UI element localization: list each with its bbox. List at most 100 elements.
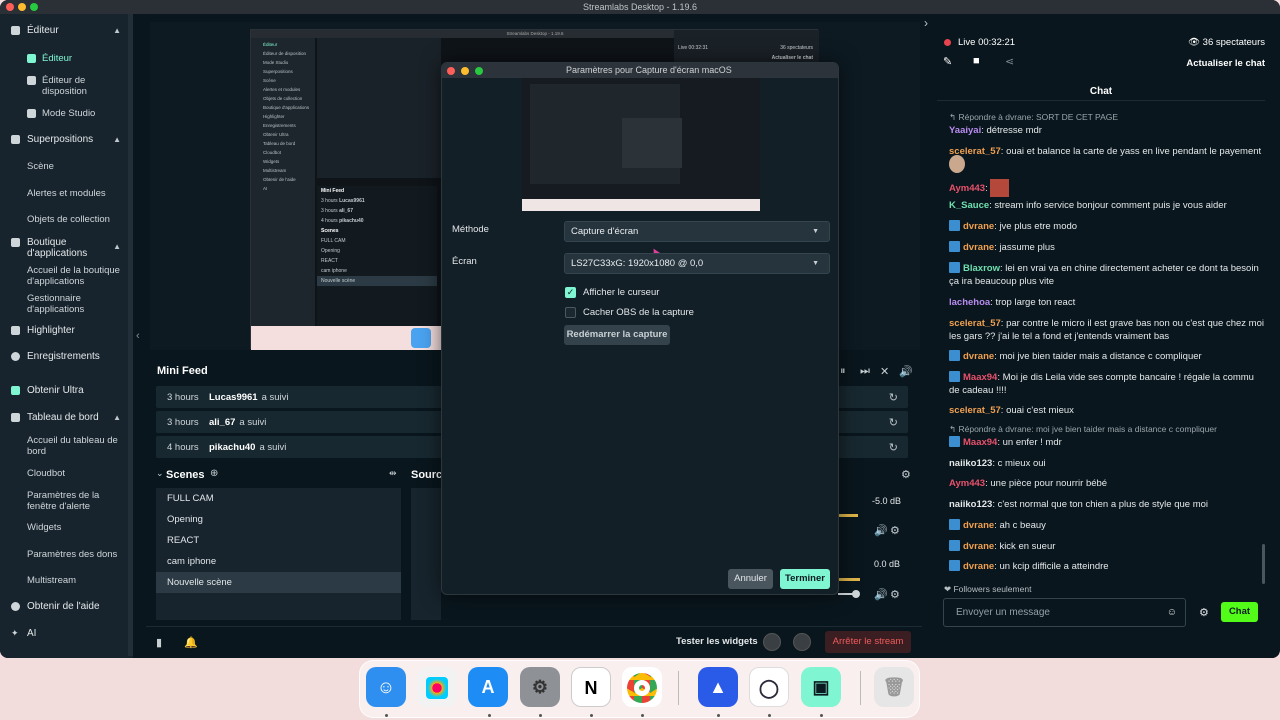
repeat-icon[interactable]: ↻ [889,416,898,429]
close-dialog-button[interactable] [447,67,455,75]
list-item[interactable]: Nouvelle scène [156,572,401,593]
nav-ultra[interactable]: Obtenir Ultra [0,385,133,396]
screen-select[interactable]: LS27C33xG: 1920x1080 @ 0,0 ▼ [564,253,830,274]
list-item[interactable]: cam iphone [156,551,401,572]
nav-appstore[interactable]: Boutique d'applications ▲ [0,237,133,259]
skip-icon[interactable]: ⏭ [860,365,870,378]
sidebar-item-alerts[interactable]: Alertes et modules [27,188,127,199]
finder-icon[interactable]: ☺ [366,667,406,707]
sidebar-item-donation-settings[interactable]: Paramètres des dons [27,549,127,560]
nav-help[interactable]: Obtenir de l'aide [0,601,133,612]
chat-scrollbar[interactable] [1262,544,1265,584]
cancel-button[interactable]: Annuler [728,569,773,589]
sidebar-item-cloudbot[interactable]: Cloudbot [27,468,127,479]
chevron-right-icon[interactable]: › [924,16,928,30]
chrome-icon[interactable] [622,667,662,707]
chat-message: Yaaiyai: détresse mdr [949,125,1042,136]
add-scene-icon[interactable]: ⊕ [210,468,218,479]
chevron-down-icon[interactable]: ⌄ [156,468,164,479]
refresh-chat-button[interactable]: Actualiser le chat [1186,58,1265,69]
launchpad-icon[interactable] [417,667,457,707]
close-window-button[interactable] [6,3,14,11]
list-item[interactable]: Opening [156,509,401,530]
show-cursor-checkbox[interactable]: ✓ [565,287,576,298]
nav-highlighter[interactable]: Highlighter [0,325,133,336]
volume-icon[interactable]: 🔊 [874,588,888,601]
source-list [411,488,441,620]
gear-icon[interactable]: ⚙ [890,524,900,537]
minimize-dialog-button[interactable] [461,67,469,75]
sidebar-item-layout-editor[interactable]: Éditeur de disposition [27,75,127,97]
gear-icon[interactable]: ⚙ [901,468,911,481]
list-item[interactable]: REACT [156,530,401,551]
restart-capture-button[interactable]: Redémarrer la capture [564,325,670,345]
stats-icon[interactable]: ▮ [156,636,162,649]
share-icon[interactable]: ⋖ [1005,55,1014,68]
nav-dashboard[interactable]: Tableau de bord ▲ [0,412,133,423]
chat-message: dvrane: ah c beauy [949,519,1267,532]
emote-image [949,155,965,173]
proton-vpn-icon[interactable]: ▲ [698,667,738,707]
pause-icon[interactable]: ⏸ [840,365,846,378]
nav-editor[interactable]: Éditeur ▲ [0,25,133,36]
mute-alerts-icon[interactable]: ✕ [880,365,889,378]
chat-message-input[interactable]: Envoyer un message ☺ [943,598,1186,627]
done-button[interactable]: Terminer [780,569,830,589]
nav-overlays[interactable]: Superpositions ▲ [0,134,133,145]
moderator-badge-icon [949,220,960,231]
transitions-icon[interactable]: ⇹ [389,468,397,479]
gear-icon[interactable]: ⚙ [890,588,900,601]
nav-ai[interactable]: ✦ AI [0,628,133,639]
notifications-icon[interactable]: 🔔 [184,636,198,649]
followers-only-label: ❤ Followers seulement [944,584,1032,594]
sidebar-item-editor[interactable]: Éditeur [27,53,127,64]
gear-icon[interactable]: ⚙ [1199,606,1209,619]
zoom-dialog-button[interactable] [475,67,483,75]
notion-icon[interactable]: N [571,667,611,707]
viewer-count-label: 36 spectateurs [1202,37,1265,48]
hide-obs-checkbox[interactable] [565,307,576,318]
volume-icon[interactable]: 🔊 [899,365,913,378]
streamlabs-icon[interactable]: ▣ [801,667,841,707]
list-item[interactable]: FULL CAM [156,488,401,509]
send-chat-button[interactable]: Chat [1221,602,1258,622]
obs-icon[interactable]: ◯ [749,667,789,707]
replay-icon[interactable] [793,633,811,651]
sidebar-item-scene[interactable]: Scène [27,161,127,172]
collapse-sidebar-icon[interactable]: ‹ [136,330,140,342]
sidebar-item-widgets[interactable]: Widgets [27,522,127,533]
sources-panel: Sourc [406,462,442,622]
minimize-window-button[interactable] [18,3,26,11]
camera-icon[interactable]: ■ [973,55,980,67]
feed-time: 3 hours [167,416,199,428]
method-select[interactable]: Capture d'écran ▼ [564,221,830,242]
reply-context: ↰ Répondre à dvrane: SORT DE CET PAGE [949,112,1119,122]
repeat-icon[interactable]: ↻ [889,391,898,404]
sidebar-item-appstore-home[interactable]: Accueil de la boutique d'applications [27,265,127,287]
running-indicator [590,714,593,717]
volume-slider-handle[interactable] [852,590,860,598]
pencil-icon[interactable]: ✎ [943,55,952,68]
volume-icon[interactable]: 🔊 [874,524,888,537]
sidebar-item-multistream[interactable]: Multistream [27,575,127,586]
moderator-badge-icon [949,436,960,447]
stop-stream-button[interactable]: Arrêter le stream [825,631,911,653]
system-settings-icon[interactable]: ⚙ [520,667,560,707]
sidebar-scrollbar[interactable] [128,14,133,656]
sidebar-item-studio-mode[interactable]: Mode Studio [27,108,127,119]
sidebar-item-collectibles[interactable]: Objets de collection [27,214,127,225]
sidebar-item-app-manager[interactable]: Gestionnaire d'applications [27,293,127,315]
rec-button[interactable] [763,633,781,651]
sidebar-item-alertbox-settings[interactable]: Paramètres de la fenêtre d'alerte [27,490,127,512]
chat-message: dvrane: jassume plus [949,241,1267,254]
trash-icon[interactable]: 🗑 [874,667,914,707]
zoom-window-button[interactable] [30,3,38,11]
app-store-icon[interactable]: A [468,667,508,707]
window-titlebar: Streamlabs Desktop - 1.19.6 [0,0,1280,14]
test-widgets-label[interactable]: Tester les widgets [676,636,758,647]
nav-ultra-label: Obtenir Ultra [27,385,84,396]
nav-recordings[interactable]: Enregistrements [0,351,133,362]
repeat-icon[interactable]: ↻ [889,441,898,454]
sidebar-item-dashboard-home[interactable]: Accueil du tableau de bord [27,435,127,457]
emoji-icon[interactable]: ☺ [1167,599,1177,626]
